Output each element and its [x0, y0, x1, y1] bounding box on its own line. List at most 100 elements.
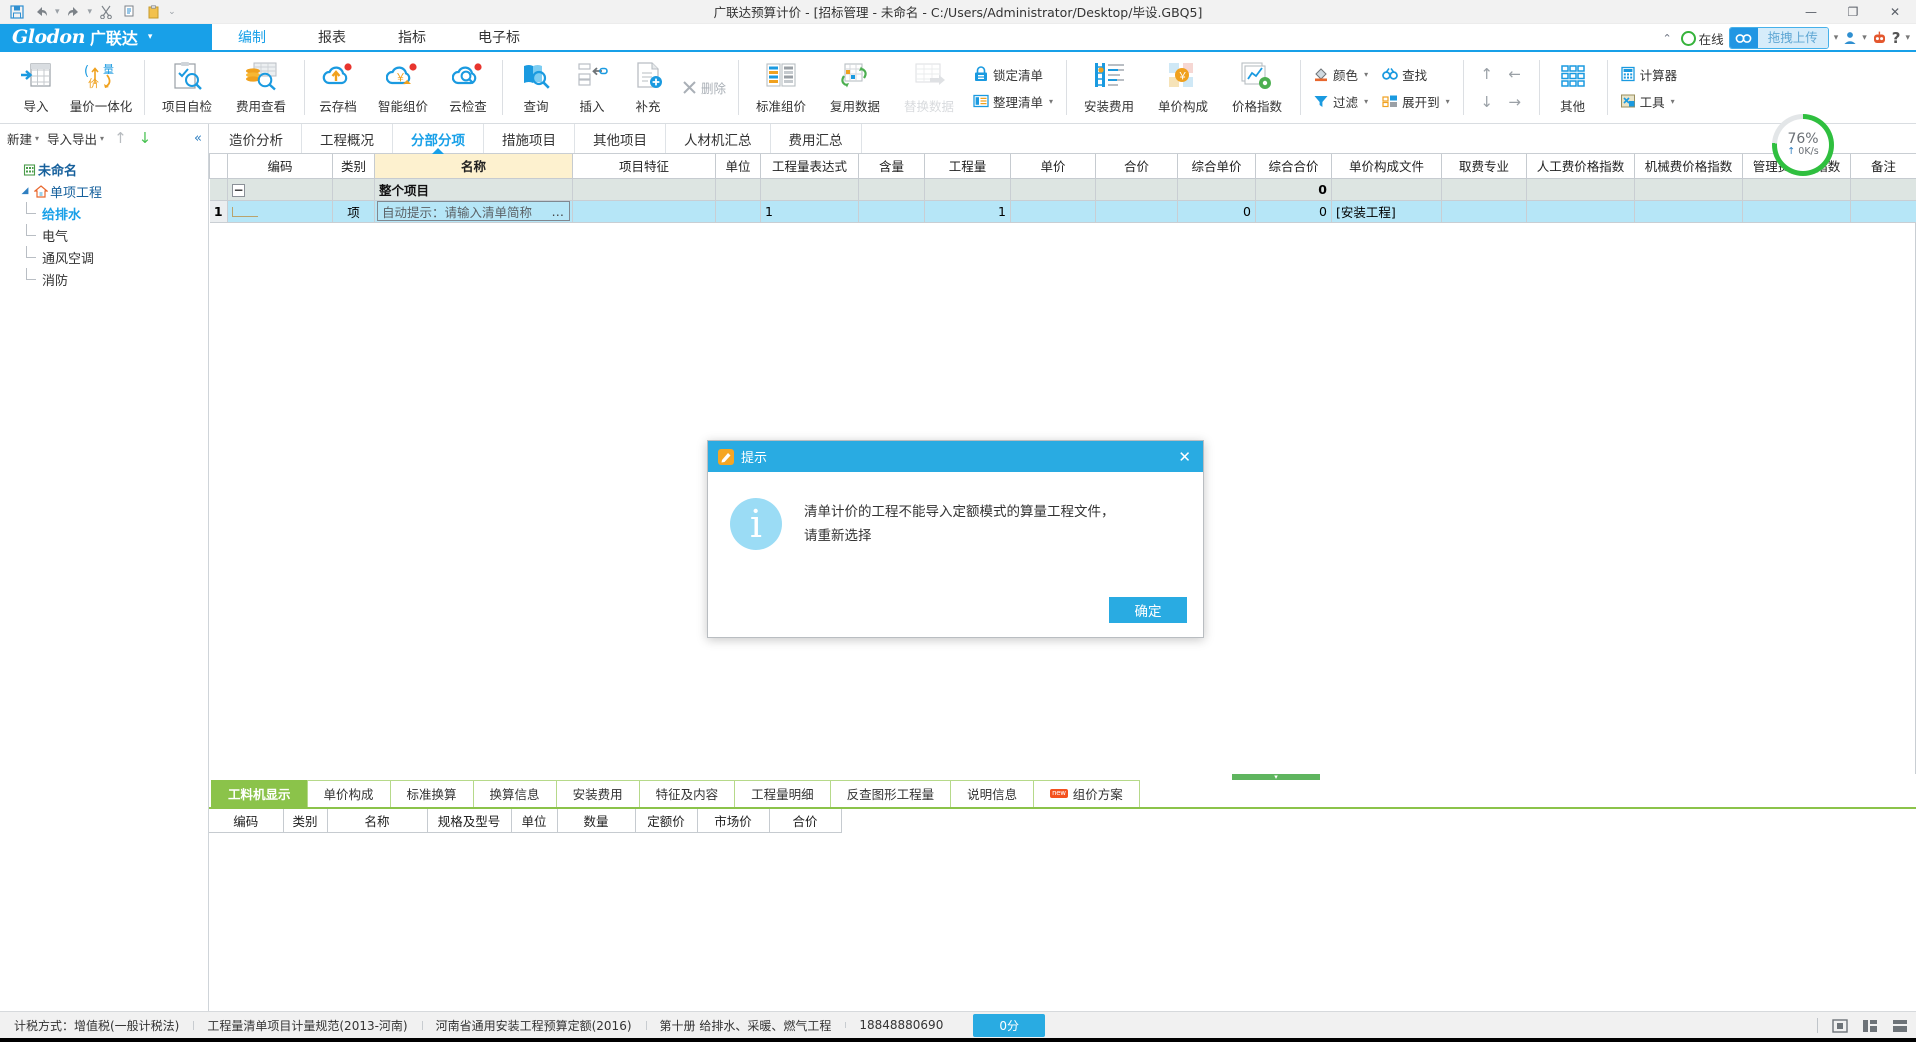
chevron-down-icon[interactable]: ▾ [148, 32, 153, 42]
cell-qty-expr[interactable] [760, 178, 859, 201]
cell-category[interactable]: 项 [332, 200, 375, 223]
chevron-down-icon[interactable]: ▾ [1446, 97, 1450, 106]
standard-price-button[interactable]: 标准组价 [744, 54, 818, 121]
cell-price[interactable] [1010, 200, 1096, 223]
row-expander-icon[interactable]: − [232, 183, 245, 197]
cell-remark[interactable] [1850, 200, 1916, 223]
cloud-check-button[interactable]: 云检查 [440, 54, 496, 121]
menu-tab-dianzibiao[interactable]: 电子标 [452, 24, 546, 50]
cell-comp-total[interactable]: 0 [1255, 178, 1332, 201]
cell-total[interactable] [1095, 200, 1178, 223]
save-icon[interactable] [6, 2, 28, 22]
cloud-archive-button[interactable]: 云存档 [310, 54, 366, 121]
cut-icon[interactable] [95, 2, 117, 22]
sidebar-item-jipaishui[interactable]: 给排水 [0, 202, 208, 224]
online-status[interactable]: 在线 [1680, 29, 1724, 48]
calculator-button[interactable]: 计算器 [1615, 63, 1683, 86]
tab-rencaijihuizong[interactable]: 人材机汇总 [666, 124, 771, 153]
lock-list-button[interactable]: 锁定清单 [968, 63, 1058, 86]
th-code[interactable]: 编码 [227, 154, 333, 179]
cell-comp-price[interactable]: 0 [1177, 200, 1256, 223]
help-dropdown-icon[interactable]: ▾ [1905, 33, 1910, 43]
bth-market-price[interactable]: 市场价 [697, 808, 770, 833]
th-total[interactable]: 合价 [1095, 154, 1178, 179]
th-qty-expr[interactable]: 工程量表达式 [760, 154, 859, 179]
cell-unit[interactable] [715, 200, 761, 223]
chevron-down-icon[interactable]: ▾ [1049, 97, 1053, 106]
tools-button[interactable]: 工具 ▾ [1615, 90, 1683, 113]
cell-code[interactable] [227, 200, 333, 223]
user-dropdown-icon[interactable]: ▾ [1862, 33, 1867, 43]
tab-gongchengliangmingxi[interactable]: 工程量明细 [734, 779, 831, 807]
layout-single-icon[interactable] [1832, 1018, 1848, 1033]
expand-to-button[interactable]: 展开到 ▾ [1377, 90, 1455, 113]
tree-node-root[interactable]: 未命名 [0, 158, 208, 180]
qat-overflow-icon[interactable]: ⌄ [167, 7, 177, 17]
import-export-button[interactable]: 导入导出 ▾ [44, 127, 107, 150]
table-row[interactable]: 1 项 自动提示：请输入清单简称 … 1 1 0 0 [安装工程] [209, 200, 1916, 223]
move-up-button[interactable]: ↑ [109, 129, 132, 147]
upload-progress-widget[interactable]: 76% ↑ 0K/s [1772, 114, 1834, 176]
dialog-ok-button[interactable]: 确定 [1109, 597, 1187, 623]
paste-icon[interactable] [143, 2, 165, 22]
robot-icon[interactable] [1872, 31, 1887, 45]
move-down-button[interactable]: ↓ [134, 129, 157, 147]
find-button[interactable]: 查找 [1377, 63, 1455, 86]
th-content[interactable]: 含量 [858, 154, 925, 179]
th-unit-file[interactable]: 单价构成文件 [1331, 154, 1442, 179]
table-row[interactable]: − 整个项目 0 [209, 178, 1916, 201]
import-button[interactable]: 导入 [8, 54, 64, 121]
brand-logo[interactable]: Glodon 广联达 ▾ [0, 24, 212, 50]
name-ellipsis-button[interactable]: … [552, 204, 566, 219]
cell-total[interactable] [1095, 178, 1178, 201]
bth-quota-price[interactable]: 定额价 [635, 808, 698, 833]
tree-expander-icon[interactable]: ◢ [18, 186, 32, 196]
qty-price-button[interactable]: (价量 量价一体化 [64, 54, 138, 121]
tab-qitaxiangmu[interactable]: 其他项目 [575, 124, 666, 153]
sidebar-item-dianqi[interactable]: 电气 [0, 224, 208, 246]
copy-icon[interactable] [119, 2, 141, 22]
upload-dropdown-icon[interactable]: ▾ [1834, 33, 1839, 43]
help-icon[interactable]: ? [1892, 29, 1901, 47]
tab-danjiagoucheng[interactable]: 单价构成 [306, 779, 391, 807]
tab-gongliaojixianshi[interactable]: 工料机显示 [211, 779, 308, 807]
menu-tab-zhibiao[interactable]: 指标 [372, 24, 452, 50]
tab-zaojiafenxi[interactable]: 造价分析 [211, 124, 302, 153]
panel-splitter-handle[interactable]: ▾ [1232, 773, 1320, 781]
menu-tab-bianzhi[interactable]: 编制 [212, 24, 292, 52]
cell-feature[interactable] [572, 200, 716, 223]
move-right-icon[interactable]: → [1508, 93, 1521, 111]
smart-price-button[interactable]: ￥ 智能组价 [366, 54, 440, 121]
th-unit[interactable]: 单位 [715, 154, 761, 179]
cell-unit-file[interactable]: [安装工程] [1331, 200, 1442, 223]
bth-total[interactable]: 合价 [769, 808, 842, 833]
tab-huansuanxinxi[interactable]: 换算信息 [472, 779, 557, 807]
bth-name[interactable]: 名称 [327, 808, 428, 833]
th-price[interactable]: 单价 [1010, 154, 1096, 179]
redo-icon[interactable] [63, 2, 85, 22]
cell-name-editor[interactable]: 自动提示：请输入清单简称 … [374, 200, 573, 223]
cell-labor-index[interactable] [1526, 178, 1635, 201]
bth-category[interactable]: 类别 [283, 808, 328, 833]
insert-button[interactable]: 插入 [564, 54, 620, 121]
cell-manage-index[interactable] [1742, 178, 1851, 201]
cell-fee-major[interactable] [1441, 200, 1527, 223]
cell-machine-index[interactable] [1634, 178, 1743, 201]
th-category[interactable]: 类别 [332, 154, 375, 179]
chevron-down-icon[interactable]: ▾ [1364, 97, 1368, 106]
cell-machine-index[interactable] [1634, 200, 1743, 223]
th-comp-price[interactable]: 综合单价 [1177, 154, 1256, 179]
layout-split-icon[interactable] [1862, 1019, 1878, 1033]
cell-comp-price[interactable] [1177, 178, 1256, 201]
status-score-badge[interactable]: 0分 [973, 1013, 1045, 1037]
cell-qty-expr[interactable]: 1 [760, 200, 859, 223]
th-remark[interactable]: 备注 [1850, 154, 1916, 179]
redo-dropdown-icon[interactable]: ▾ [87, 7, 94, 17]
cell-content[interactable] [858, 200, 925, 223]
tab-gongchenggaikuang[interactable]: 工程概况 [302, 124, 393, 153]
move-down-icon[interactable]: ↓ [1480, 93, 1493, 111]
cell-feature[interactable] [572, 178, 716, 201]
th-name[interactable]: 名称 [374, 154, 573, 179]
cell-comp-total[interactable]: 0 [1255, 200, 1332, 223]
tab-biaozhunhuansuan[interactable]: 标准换算 [389, 779, 474, 807]
